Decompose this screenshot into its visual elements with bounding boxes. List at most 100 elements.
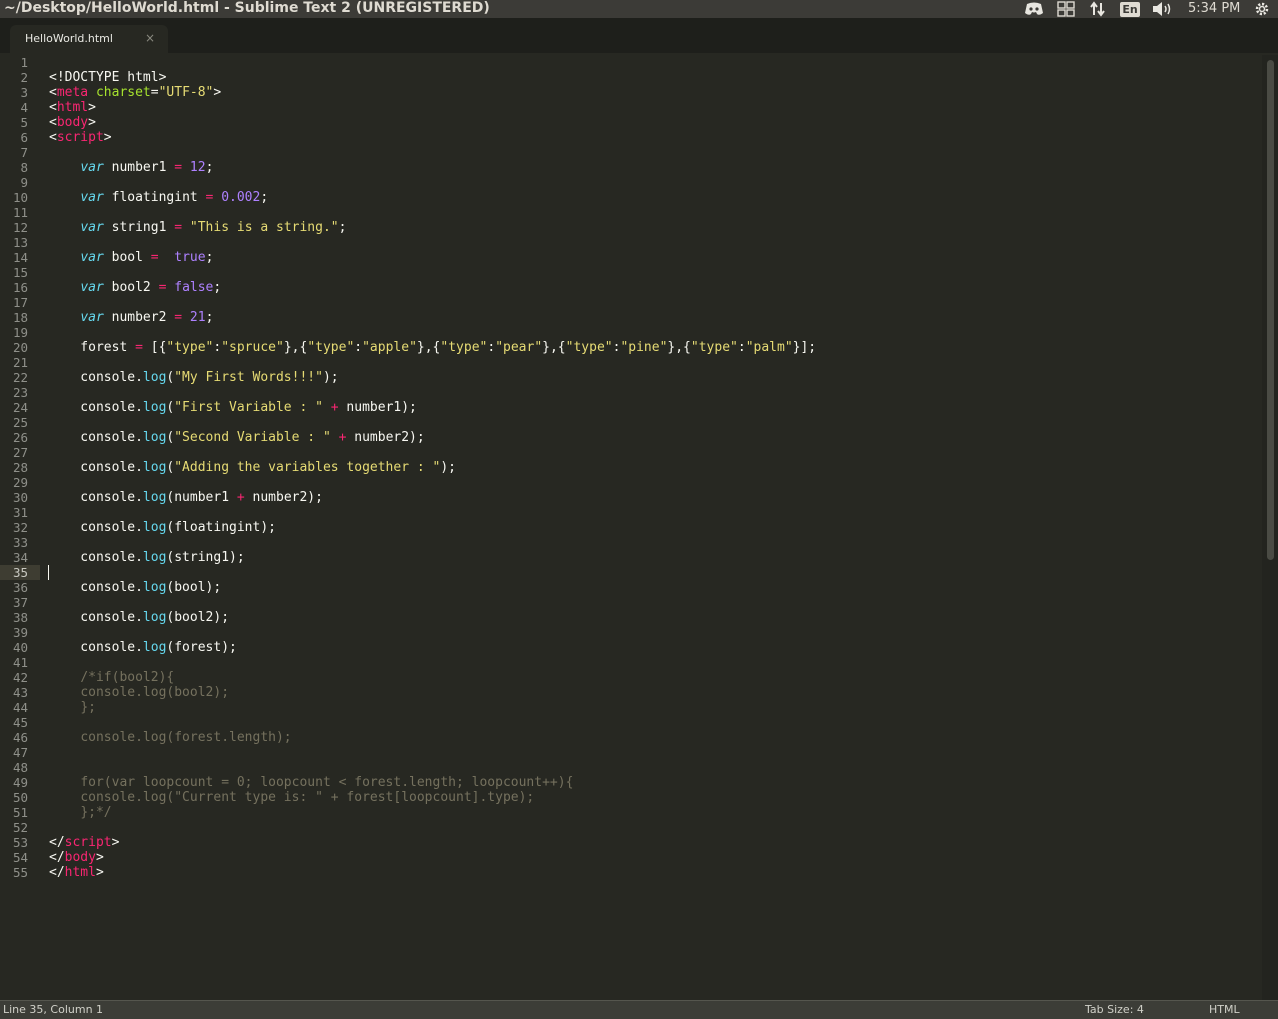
network-arrows-icon[interactable]	[1088, 0, 1108, 18]
workspace-switcher-icon[interactable]	[1055, 0, 1077, 18]
code-token: =	[174, 310, 183, 325]
code-token: var	[80, 250, 104, 265]
line-number: 19	[12, 325, 28, 340]
code-line: console.log(floatingint);	[49, 520, 816, 535]
code-token: [{	[142, 340, 167, 355]
code-token: ;	[338, 220, 347, 235]
code-token: console.	[49, 460, 143, 475]
line-number: 46	[12, 730, 28, 745]
code-token: console.	[49, 430, 143, 445]
line-number: 10	[12, 190, 28, 205]
code-token: log	[142, 550, 167, 565]
line-number: 29	[12, 475, 28, 490]
code-token: true	[174, 250, 206, 265]
keyboard-layout-label: En	[1120, 1, 1140, 17]
line-number: 45	[12, 715, 28, 730]
status-tab-size[interactable]: Tab Size: 4	[1085, 1003, 1144, 1016]
code-line: <body>	[49, 115, 816, 130]
code-line: console.log(bool2);	[49, 610, 816, 625]
code-token: number2);	[244, 490, 323, 505]
code-token: "palm"	[745, 340, 793, 355]
line-number: 53	[12, 835, 28, 850]
code-area[interactable]: <!DOCTYPE html> <meta charset="UTF-8"> <ht…	[49, 55, 816, 880]
code-token: );	[322, 370, 339, 385]
vertical-scrollbar[interactable]	[1262, 55, 1278, 1000]
top-panel: ~/Desktop/HelloWorld.html - Sublime Text…	[0, 0, 1278, 18]
tab-close-icon[interactable]: ×	[145, 31, 155, 45]
code-line: var string1 = "This is a string.";	[49, 220, 816, 235]
code-token: <	[49, 130, 57, 145]
code-token: "type"	[565, 340, 613, 355]
code-token: (floatingint);	[166, 520, 276, 535]
code-line: <!DOCTYPE html>	[49, 70, 816, 85]
line-number: 31	[12, 505, 28, 520]
code-token: console.log(bool2);	[80, 685, 230, 700]
code-token: charset	[95, 85, 151, 100]
code-token: },{	[416, 340, 441, 355]
code-token: log	[142, 400, 167, 415]
line-number: 12	[12, 220, 28, 235]
code-token: console.	[49, 610, 143, 625]
code-editor[interactable]: 1 2 3 4 5 6 7 8 9 10 11 12 13 14 15 16 17 18 19 20 21 22 23 24 2…	[0, 55, 1262, 1000]
line-number: 24	[12, 400, 28, 415]
code-token: >	[103, 130, 112, 145]
line-number: 41	[12, 655, 28, 670]
code-token: (number1	[166, 490, 237, 505]
line-number: 43	[12, 685, 28, 700]
code-token: >	[213, 85, 222, 100]
code-token: console.	[49, 400, 143, 415]
code-line: var number1 = 12;	[49, 160, 816, 175]
clock[interactable]: 5:34 PM	[1188, 0, 1240, 17]
line-number: 18	[12, 310, 28, 325]
line-number: 25	[12, 415, 28, 430]
code-line: console.log(string1);	[49, 550, 816, 565]
scrollbar-thumb[interactable]	[1267, 60, 1274, 560]
code-token: +	[330, 400, 339, 415]
discord-icon[interactable]	[1022, 0, 1046, 18]
code-line: /*if(bool2){	[49, 670, 816, 685]
code-line: console.log("First Variable : " + number…	[49, 400, 816, 415]
code-token: 12	[189, 160, 206, 175]
code-token: =	[135, 340, 143, 355]
line-number: 48	[12, 760, 28, 775]
status-syntax[interactable]: HTML	[1209, 1003, 1240, 1016]
code-line: console.log(number1 + number2);	[49, 490, 816, 505]
code-token: log	[142, 490, 167, 505]
code-token: "type"	[166, 340, 214, 355]
code-token: log	[142, 640, 167, 655]
volume-icon[interactable]	[1151, 0, 1175, 18]
line-number: 7	[20, 145, 28, 160]
code-token: meta	[56, 85, 89, 100]
code-line: var number2 = 21;	[49, 310, 816, 325]
code-token: html	[56, 100, 89, 115]
code-line: </script>	[49, 835, 816, 850]
code-line: for(var loopcount = 0; loopcount < fores…	[49, 775, 816, 790]
keyboard-layout-icon[interactable]: En	[1119, 0, 1141, 18]
code-token: var	[80, 280, 104, 295]
tab-helloworld-html[interactable]: HelloWorld.html ×	[10, 25, 168, 53]
session-gear-icon[interactable]	[1252, 0, 1272, 18]
code-token: <!DOCTYPE html>	[49, 70, 167, 85]
line-number: 37	[12, 595, 28, 610]
line-number: 49	[12, 775, 28, 790]
code-token: };*/	[80, 805, 112, 820]
code-token: console.	[49, 520, 143, 535]
code-token: log	[142, 370, 167, 385]
code-token: number2);	[346, 430, 425, 445]
line-number: 11	[12, 205, 28, 220]
code-token: for(var loopcount = 0; loopcount < fores…	[80, 775, 574, 790]
line-number: 33	[12, 535, 28, 550]
line-number: 14	[12, 250, 28, 265]
